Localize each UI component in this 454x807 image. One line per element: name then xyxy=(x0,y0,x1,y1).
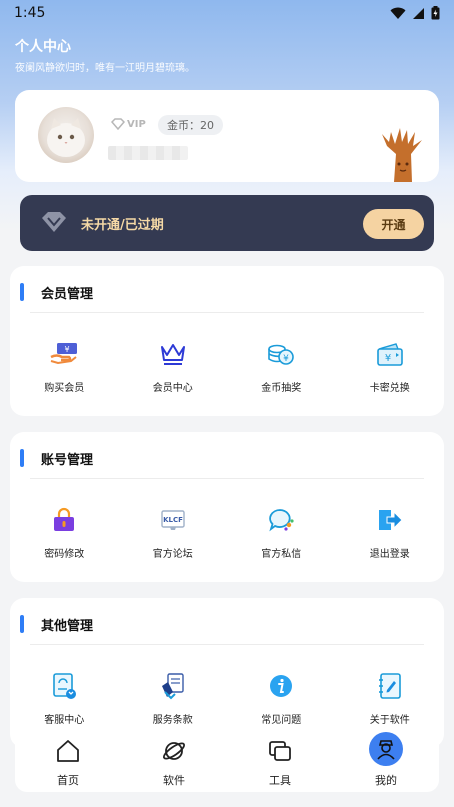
tools-icon xyxy=(262,736,298,766)
diamond-icon xyxy=(111,118,125,130)
official-message-button[interactable]: 官方私信 xyxy=(227,479,336,583)
svg-text:¥: ¥ xyxy=(385,353,391,364)
coin-lottery-icon: ¥ xyxy=(266,339,296,369)
status-icons xyxy=(390,6,440,20)
vip-center-button[interactable]: 会员中心 xyxy=(119,313,228,417)
wifi-icon xyxy=(390,7,406,19)
grid-label: 卡密兑换 xyxy=(369,383,410,394)
buy-vip-icon: ¥ xyxy=(49,339,79,369)
card-redeem-button[interactable]: ¥ 卡密兑换 xyxy=(336,313,445,417)
grid-label: 密码修改 xyxy=(44,549,85,560)
grid-label: 金币抽奖 xyxy=(261,383,302,394)
svg-text:KLCF: KLCF xyxy=(163,516,183,524)
lock-icon xyxy=(49,505,79,535)
vip-label: VIP xyxy=(127,118,146,130)
grid-label: 官方论坛 xyxy=(152,549,193,560)
grid-label: 常见问题 xyxy=(261,715,302,726)
vip-status-banner: 未开通/已过期 开通 xyxy=(20,195,434,251)
grid-label: 会员中心 xyxy=(152,383,193,394)
nav-label: 工具 xyxy=(269,774,291,787)
coin-lottery-button[interactable]: ¥ 金币抽奖 xyxy=(227,313,336,417)
svg-text:¥: ¥ xyxy=(283,354,289,364)
terms-icon xyxy=(158,671,188,701)
activate-vip-button[interactable]: 开通 xyxy=(363,209,424,239)
grid-label: 服务条款 xyxy=(152,715,193,726)
section-title: 账号管理 xyxy=(41,453,94,468)
battery-icon xyxy=(431,6,440,20)
section-accent-bar xyxy=(20,449,24,467)
grid-label: 购买会员 xyxy=(44,383,85,394)
vip-diamond-icon xyxy=(42,212,66,232)
svg-text:¥: ¥ xyxy=(65,345,70,354)
crown-icon xyxy=(158,339,188,369)
nav-home[interactable]: 首页 xyxy=(15,728,121,792)
planet-icon xyxy=(156,736,192,766)
grid-label: 关于软件 xyxy=(369,715,410,726)
nav-label: 我的 xyxy=(375,774,397,787)
profile-card[interactable]: VIP 金币：20 xyxy=(15,90,439,182)
nav-tools[interactable]: 工具 xyxy=(227,728,333,792)
buy-vip-button[interactable]: ¥ 购买会员 xyxy=(10,313,119,417)
username-redacted xyxy=(108,146,188,160)
section-title: 会员管理 xyxy=(41,287,94,302)
card-redeem-icon: ¥ xyxy=(375,339,405,369)
section-other-management: 其他管理 客服中心 服务条款 常见问题 关于软件 xyxy=(10,598,444,748)
coin-balance: 金币：20 xyxy=(158,115,223,135)
section-accent-bar xyxy=(20,283,24,301)
section-member-management: 会员管理 ¥ 购买会员 会员中心 ¥ 金币抽奖 ¥ 卡密兑换 xyxy=(10,266,444,416)
page-header: 个人中心 夜阑风静欲归时，唯有一江明月碧琉璃。 xyxy=(15,36,195,74)
about-icon xyxy=(375,671,405,701)
vip-badge: VIP xyxy=(111,118,146,130)
status-bar: 1:45 xyxy=(0,0,454,26)
section-accent-bar xyxy=(20,615,24,633)
forum-icon: KLCF xyxy=(158,505,188,535)
page-title: 个人中心 xyxy=(15,39,71,55)
profile-icon xyxy=(369,732,403,766)
status-time: 1:45 xyxy=(14,5,46,21)
logout-button[interactable]: 退出登录 xyxy=(336,479,445,583)
section-title: 其他管理 xyxy=(41,619,94,634)
grid-label: 官方私信 xyxy=(261,549,302,560)
nav-software[interactable]: 软件 xyxy=(121,728,227,792)
grid-label: 客服中心 xyxy=(44,715,85,726)
info-icon xyxy=(266,671,296,701)
section-account-management: 账号管理 密码修改 KLCF 官方论坛 官方私信 退出登录 xyxy=(10,432,444,582)
customer-service-icon xyxy=(49,671,79,701)
cell-signal-icon xyxy=(413,7,424,19)
tree-mascot-icon xyxy=(382,128,422,182)
vip-status-text: 未开通/已过期 xyxy=(81,218,164,233)
change-password-button[interactable]: 密码修改 xyxy=(10,479,119,583)
message-icon xyxy=(266,505,296,535)
bottom-navigation: 首页 软件 工具 我的 xyxy=(15,728,439,792)
logout-icon xyxy=(375,505,405,535)
nav-label: 软件 xyxy=(163,774,185,787)
home-icon xyxy=(50,736,86,766)
nav-label: 首页 xyxy=(57,774,79,787)
nav-me[interactable]: 我的 xyxy=(333,728,439,792)
grid-label: 退出登录 xyxy=(369,549,410,560)
avatar[interactable] xyxy=(38,107,94,163)
cat-avatar-image xyxy=(47,118,85,157)
page-subtitle: 夜阑风静欲归时，唯有一江明月碧琉璃。 xyxy=(15,63,195,74)
official-forum-button[interactable]: KLCF 官方论坛 xyxy=(119,479,228,583)
